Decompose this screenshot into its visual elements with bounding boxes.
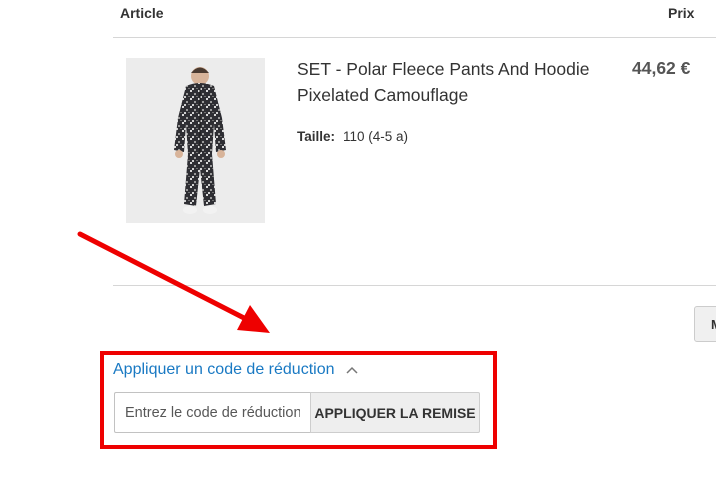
- product-thumbnail[interactable]: [126, 58, 265, 223]
- discount-toggle-label: Appliquer un code de réduction: [113, 361, 335, 378]
- discount-code-input[interactable]: [114, 392, 310, 433]
- column-header-price: Prix: [668, 5, 695, 21]
- product-option-size: Taille: 110 (4-5 a): [297, 129, 408, 144]
- option-label: Taille:: [297, 129, 336, 144]
- chevron-up-icon: [345, 366, 358, 374]
- option-value: 110 (4-5 a): [343, 129, 409, 144]
- product-name-link[interactable]: SET - Polar Fleece Pants And Hoodie Pixe…: [297, 56, 617, 108]
- table-divider-bottom: [113, 285, 716, 286]
- column-header-article: Article: [120, 5, 164, 21]
- discount-code-toggle[interactable]: Appliquer un code de réduction: [113, 361, 359, 379]
- product-price: 44,62 €: [632, 58, 691, 78]
- apply-discount-button[interactable]: APPLIQUER LA REMISE: [310, 392, 480, 433]
- discount-form: APPLIQUER LA REMISE: [114, 392, 480, 433]
- table-divider-top: [113, 37, 716, 38]
- update-cart-button[interactable]: M: [694, 306, 716, 342]
